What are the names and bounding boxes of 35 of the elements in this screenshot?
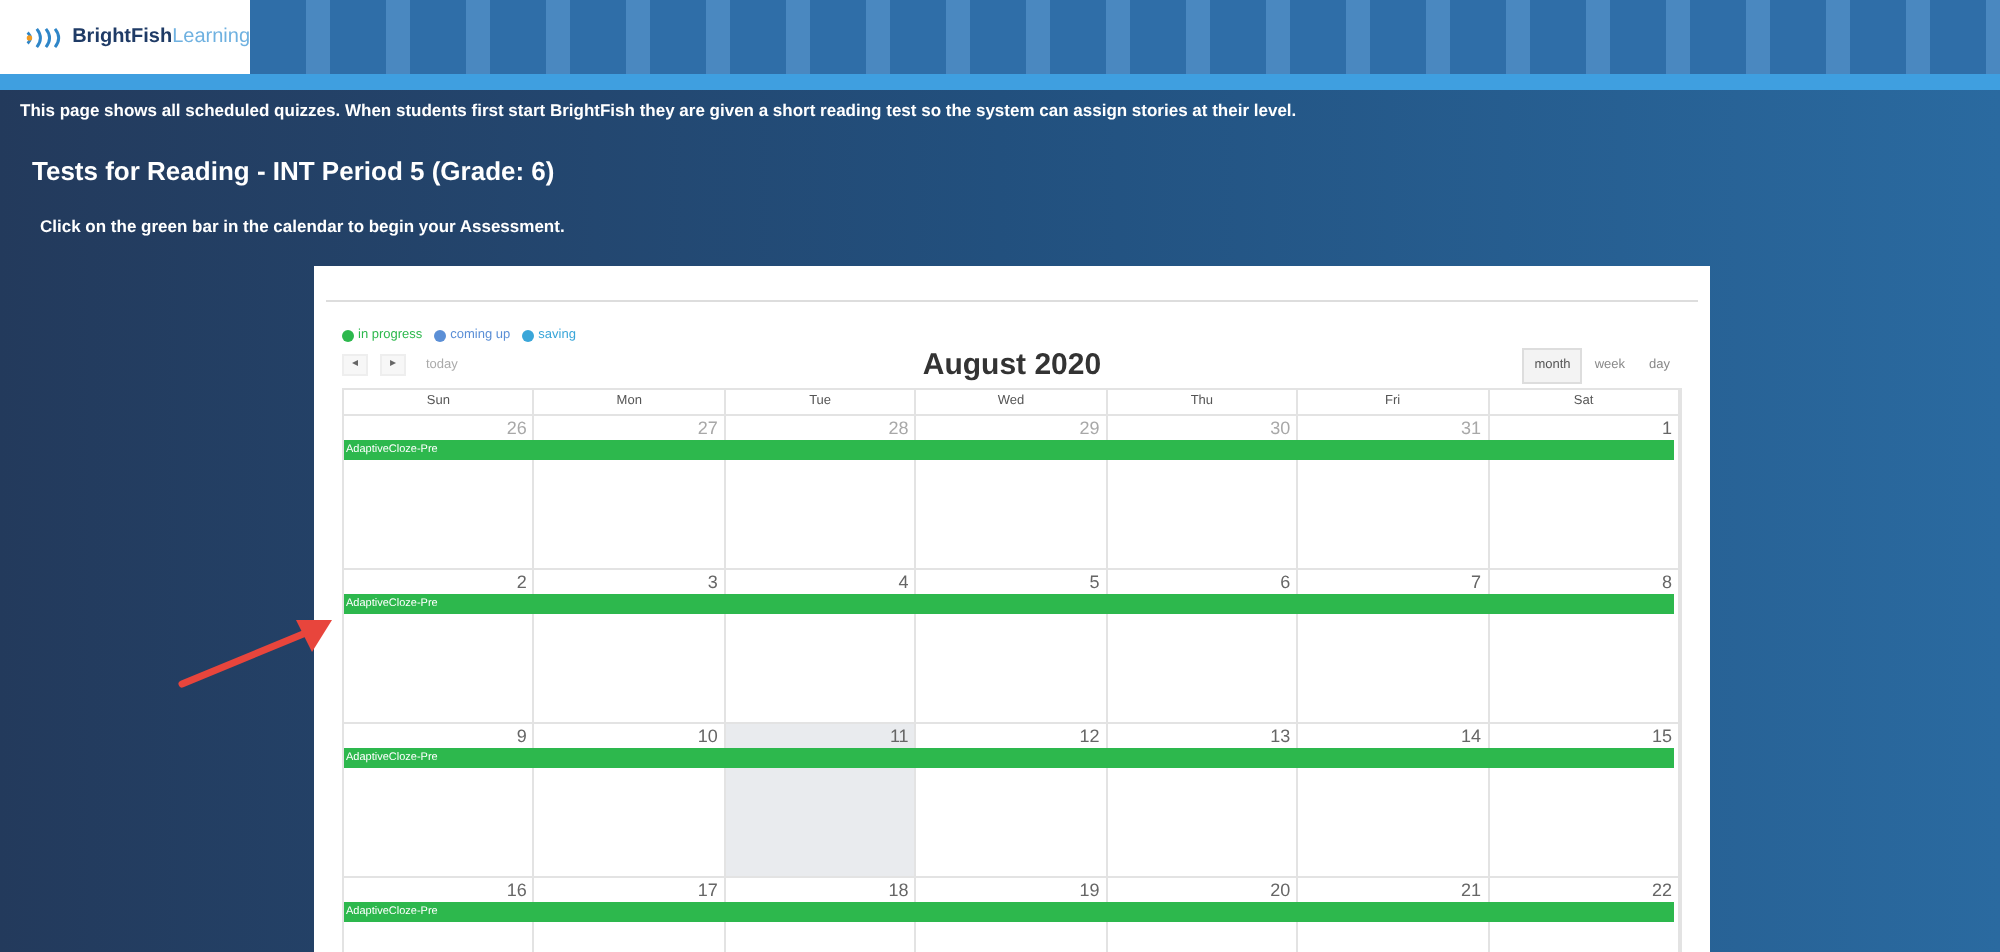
instruction-text: Click on the green bar in the calendar to begin your Assessment. bbox=[38, 214, 567, 240]
day-number: 22 bbox=[1649, 877, 1674, 902]
day-number: 4 bbox=[896, 569, 911, 594]
day-number: 18 bbox=[886, 877, 911, 902]
day-number: 16 bbox=[504, 877, 529, 902]
day-number: 21 bbox=[1459, 877, 1484, 902]
day-number: 12 bbox=[1077, 723, 1102, 748]
day-number: 17 bbox=[695, 877, 720, 902]
day-number: 8 bbox=[1659, 569, 1674, 594]
day-number: 5 bbox=[1087, 569, 1102, 594]
day-number: 7 bbox=[1469, 569, 1484, 594]
day-number: 28 bbox=[886, 415, 911, 440]
fish-sound-waves-icon bbox=[24, 25, 65, 49]
day-number: 11 bbox=[887, 723, 911, 748]
day-number: 30 bbox=[1268, 415, 1293, 440]
day-number: 29 bbox=[1077, 415, 1102, 440]
intro-text: This page shows all scheduled quizzes. When students first start BrightFish they are given a short reading test so the system can assign stories at their level. bbox=[18, 98, 1299, 124]
day-number: 19 bbox=[1077, 877, 1102, 902]
day-number: 26 bbox=[504, 415, 529, 440]
logo[interactable]: BrightFishLearning bbox=[0, 0, 250, 74]
month-title: August 2020 bbox=[922, 345, 1102, 385]
day-number: 27 bbox=[695, 415, 720, 440]
day-number: 3 bbox=[705, 569, 720, 594]
day-number: 6 bbox=[1278, 569, 1293, 594]
page-title: Tests for Reading - INT Period 5 (Grade: 6) bbox=[30, 153, 557, 190]
day-number: 31 bbox=[1459, 415, 1484, 440]
day-number: 15 bbox=[1649, 723, 1674, 748]
day-number: 1 bbox=[1659, 415, 1674, 440]
day-number: 14 bbox=[1459, 723, 1484, 748]
day-number: 9 bbox=[514, 723, 529, 748]
day-number: 10 bbox=[695, 723, 720, 748]
day-number: 20 bbox=[1268, 877, 1293, 902]
day-number: 13 bbox=[1268, 723, 1293, 748]
day-number: 2 bbox=[514, 569, 529, 594]
logo-text: BrightFishLearning bbox=[72, 24, 250, 52]
